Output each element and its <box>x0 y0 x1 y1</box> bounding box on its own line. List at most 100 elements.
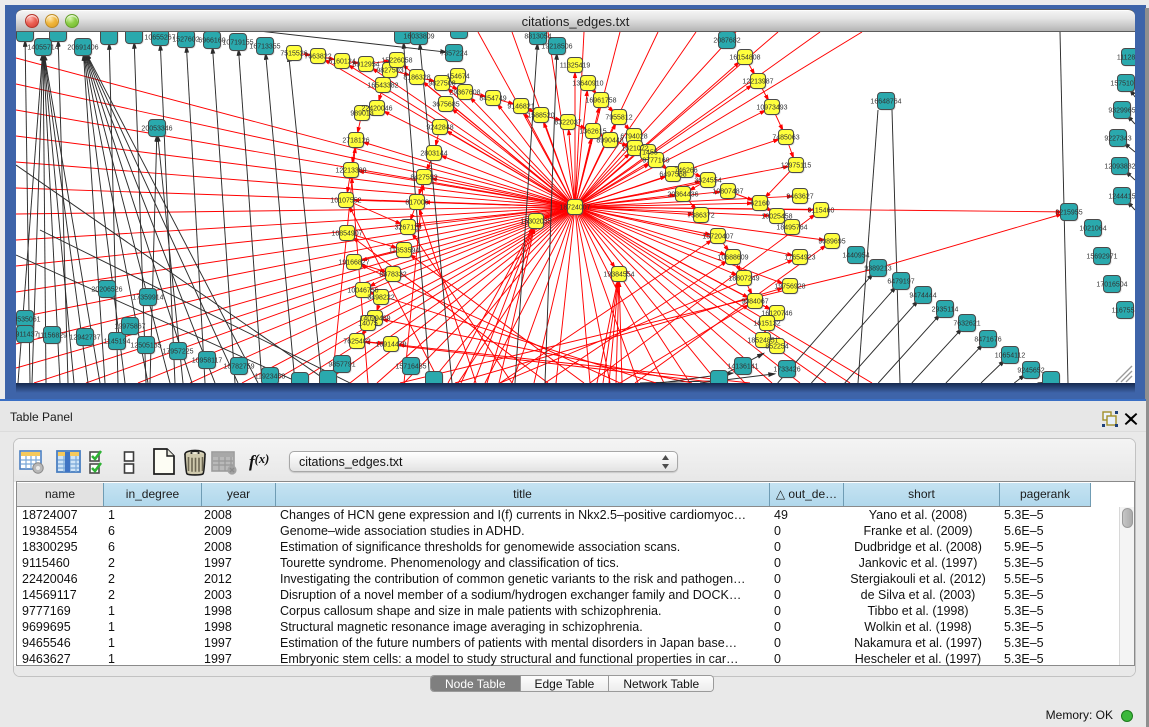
svg-text:9777169: 9777169 <box>642 158 669 165</box>
svg-text:16961758: 16961758 <box>585 98 616 105</box>
svg-text:19218506: 19218506 <box>541 44 572 51</box>
svg-text:9329965: 9329965 <box>1108 108 1135 115</box>
svg-text:8215955: 8215955 <box>1055 210 1082 217</box>
svg-text:7955812: 7955812 <box>605 115 632 122</box>
svg-text:817006: 817006 <box>405 200 428 207</box>
svg-text:7485063: 7485063 <box>772 135 799 142</box>
svg-text:7625402: 7625402 <box>343 339 370 346</box>
svg-text:2803144: 2803144 <box>420 151 447 158</box>
svg-text:20364436: 20364436 <box>667 192 698 199</box>
svg-text:1244415: 1244415 <box>1108 194 1135 201</box>
svg-text:1145194: 1145194 <box>104 339 131 346</box>
svg-text:9084067: 9084067 <box>741 299 768 306</box>
svg-text:17359914: 17359914 <box>132 295 163 302</box>
svg-text:9474444: 9474444 <box>909 293 936 300</box>
svg-text:1440954: 1440954 <box>842 253 869 260</box>
svg-text:10958117: 10958117 <box>192 358 223 365</box>
svg-text:10688609: 10688609 <box>717 255 748 262</box>
svg-text:9827503: 9827503 <box>376 68 403 75</box>
svg-text:62160: 62160 <box>750 201 770 208</box>
svg-text:8186328: 8186328 <box>403 75 430 82</box>
svg-text:16120746: 16120746 <box>761 311 792 318</box>
svg-text:16033809: 16033809 <box>403 34 434 41</box>
svg-text:12093832: 12093832 <box>1104 164 1135 171</box>
svg-text:989013: 989013 <box>350 111 373 118</box>
svg-text:11325419: 11325419 <box>560 63 591 70</box>
svg-text:12942737: 12942737 <box>69 335 100 342</box>
svg-text:2087682: 2087682 <box>713 38 740 45</box>
svg-text:18724007: 18724007 <box>559 205 590 212</box>
svg-text:14055714: 14055714 <box>27 45 58 52</box>
svg-text:746266: 746266 <box>674 168 697 175</box>
svg-text:19384554: 19384554 <box>603 272 634 279</box>
svg-text:19756928: 19756928 <box>774 284 805 291</box>
svg-text:154674: 154674 <box>446 74 469 81</box>
svg-text:1588520: 1588520 <box>527 113 554 120</box>
svg-text:10973493: 10973493 <box>756 105 787 112</box>
svg-text:10655267: 10655267 <box>144 35 175 42</box>
svg-text:15226058: 15226058 <box>381 58 412 65</box>
svg-text:16782759: 16782759 <box>223 364 254 371</box>
svg-text:10107552: 10107552 <box>330 198 361 205</box>
svg-text:14075: 14075 <box>358 321 378 328</box>
svg-text:71455: 71455 <box>638 150 658 157</box>
svg-text:12505135: 12505135 <box>130 343 161 350</box>
svg-text:8454749: 8454749 <box>479 96 506 103</box>
svg-text:1527602: 1527602 <box>172 37 199 44</box>
svg-text:7632621: 7632621 <box>953 321 980 328</box>
svg-text:19166827: 19166827 <box>338 260 369 267</box>
svg-text:6479197: 6479197 <box>887 279 914 286</box>
svg-text:14136141: 14136141 <box>727 364 758 371</box>
svg-text:7386372: 7386372 <box>687 213 714 220</box>
svg-text:12213987: 12213987 <box>742 79 773 86</box>
svg-text:2935114: 2935114 <box>932 307 959 314</box>
svg-text:2718126: 2718126 <box>342 138 369 145</box>
svg-text:1167553: 1167553 <box>1112 308 1135 315</box>
svg-text:9227343: 9227343 <box>1104 136 1131 143</box>
svg-text:15302035: 15302035 <box>520 219 551 226</box>
svg-text:9242848: 9242848 <box>426 125 453 132</box>
svg-text:10046756: 10046756 <box>347 288 378 295</box>
svg-text:8878332: 8878332 <box>379 272 406 279</box>
svg-text:8427552: 8427552 <box>410 175 437 182</box>
svg-text:16154808: 16154808 <box>729 55 760 62</box>
svg-text:17654923: 17654923 <box>784 255 815 262</box>
svg-text:9827508: 9827508 <box>428 81 455 88</box>
svg-text:3498222: 3498222 <box>367 295 394 302</box>
svg-text:9146821: 9146821 <box>507 104 534 111</box>
svg-text:16854907: 16854907 <box>331 231 362 238</box>
svg-text:3624554: 3624554 <box>694 178 721 185</box>
svg-text:29367608: 29367608 <box>449 90 480 97</box>
svg-text:18495764: 18495764 <box>776 225 807 232</box>
svg-text:9115460: 9115460 <box>808 208 835 215</box>
svg-text:10025458: 10025458 <box>761 214 792 221</box>
svg-text:8322037: 8322037 <box>554 120 581 127</box>
svg-text:9463627: 9463627 <box>786 194 813 201</box>
svg-text:16543382: 16543382 <box>367 83 398 90</box>
svg-text:6794028: 6794028 <box>620 134 647 141</box>
svg-text:12213389: 12213389 <box>335 168 366 175</box>
svg-text:11923468: 11923468 <box>255 374 286 381</box>
svg-text:1112849: 1112849 <box>1117 55 1135 62</box>
svg-text:13640910: 13640910 <box>572 81 603 88</box>
svg-text:20691406: 20691406 <box>67 45 98 52</box>
svg-text:11156829: 11156829 <box>37 333 67 340</box>
svg-text:16713355: 16713355 <box>249 44 280 51</box>
svg-text:16914479: 16914479 <box>375 342 406 349</box>
svg-text:1615132: 1615132 <box>753 321 780 328</box>
svg-text:12975115: 12975115 <box>781 163 812 170</box>
svg-text:17016504: 17016504 <box>1096 282 1127 289</box>
svg-text:17957225: 17957225 <box>162 349 193 356</box>
svg-text:18807249: 18807249 <box>728 276 759 283</box>
svg-text:15751074: 15751074 <box>1110 81 1135 88</box>
svg-text:9389213: 9389213 <box>864 266 891 273</box>
svg-text:1362615: 1362615 <box>579 129 606 136</box>
svg-text:9089695: 9089695 <box>818 239 845 246</box>
svg-text:9857791: 9857791 <box>328 362 355 369</box>
svg-text:20535061: 20535061 <box>16 317 41 324</box>
svg-text:15720407: 15720407 <box>702 234 733 241</box>
svg-text:19975867: 19975867 <box>114 324 145 331</box>
svg-text:1021064: 1021064 <box>1079 226 1106 233</box>
svg-text:10807487: 10807487 <box>712 189 743 196</box>
svg-text:7357224: 7357224 <box>440 51 467 58</box>
